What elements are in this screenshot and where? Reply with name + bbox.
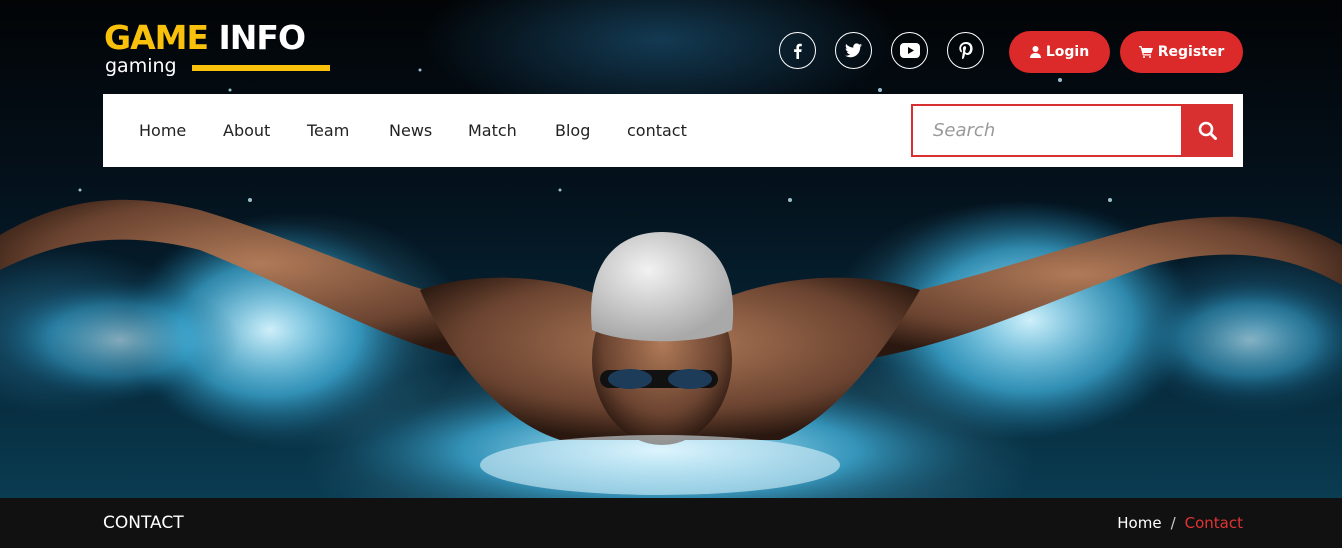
nav-item-about[interactable]: About: [223, 94, 270, 167]
logo-title-primary: GAME: [104, 18, 209, 57]
search-button[interactable]: [1181, 104, 1233, 157]
logo-title-secondary: INFO: [218, 18, 306, 57]
page-header-bar: CONTACT Home / Contact: [0, 498, 1342, 548]
nav-item-team[interactable]: Team: [307, 94, 349, 167]
register-button[interactable]: Register: [1120, 31, 1243, 73]
register-label: Register: [1157, 44, 1225, 60]
social-links: [779, 32, 984, 69]
main-navbar: Home About Team News Match Blog contact: [103, 94, 1243, 167]
facebook-link[interactable]: [779, 32, 816, 69]
youtube-link[interactable]: [891, 32, 928, 69]
facebook-icon: [793, 43, 802, 59]
search-icon: [1198, 121, 1217, 140]
nav-item-match[interactable]: Match: [468, 94, 517, 167]
cart-icon: [1138, 46, 1153, 58]
pinterest-icon: [958, 42, 973, 59]
twitter-link[interactable]: [835, 32, 872, 69]
nav-item-blog[interactable]: Blog: [555, 94, 590, 167]
nav-item-home[interactable]: Home: [139, 94, 186, 167]
breadcrumb-home-link[interactable]: Home: [1117, 498, 1161, 548]
nav-item-news[interactable]: News: [389, 94, 432, 167]
logo-title: GAME INFO: [104, 18, 306, 58]
login-button[interactable]: Login: [1009, 31, 1110, 73]
twitter-icon: [845, 43, 862, 58]
login-label: Login: [1045, 44, 1090, 60]
breadcrumb-current: Contact: [1184, 514, 1243, 532]
logo-subtitle: gaming: [105, 55, 177, 77]
user-icon: [1029, 46, 1041, 58]
site-logo[interactable]: GAME INFO gaming: [104, 18, 334, 78]
page-title: CONTACT: [103, 513, 184, 533]
nav-item-contact[interactable]: contact: [627, 94, 687, 167]
breadcrumb: Home / Contact: [1117, 498, 1243, 548]
breadcrumb-separator: /: [1170, 514, 1176, 532]
youtube-icon: [899, 43, 920, 58]
search-input[interactable]: [913, 106, 1181, 155]
logo-underline: [192, 65, 330, 71]
pinterest-link[interactable]: [947, 32, 984, 69]
search-field: [911, 104, 1181, 157]
